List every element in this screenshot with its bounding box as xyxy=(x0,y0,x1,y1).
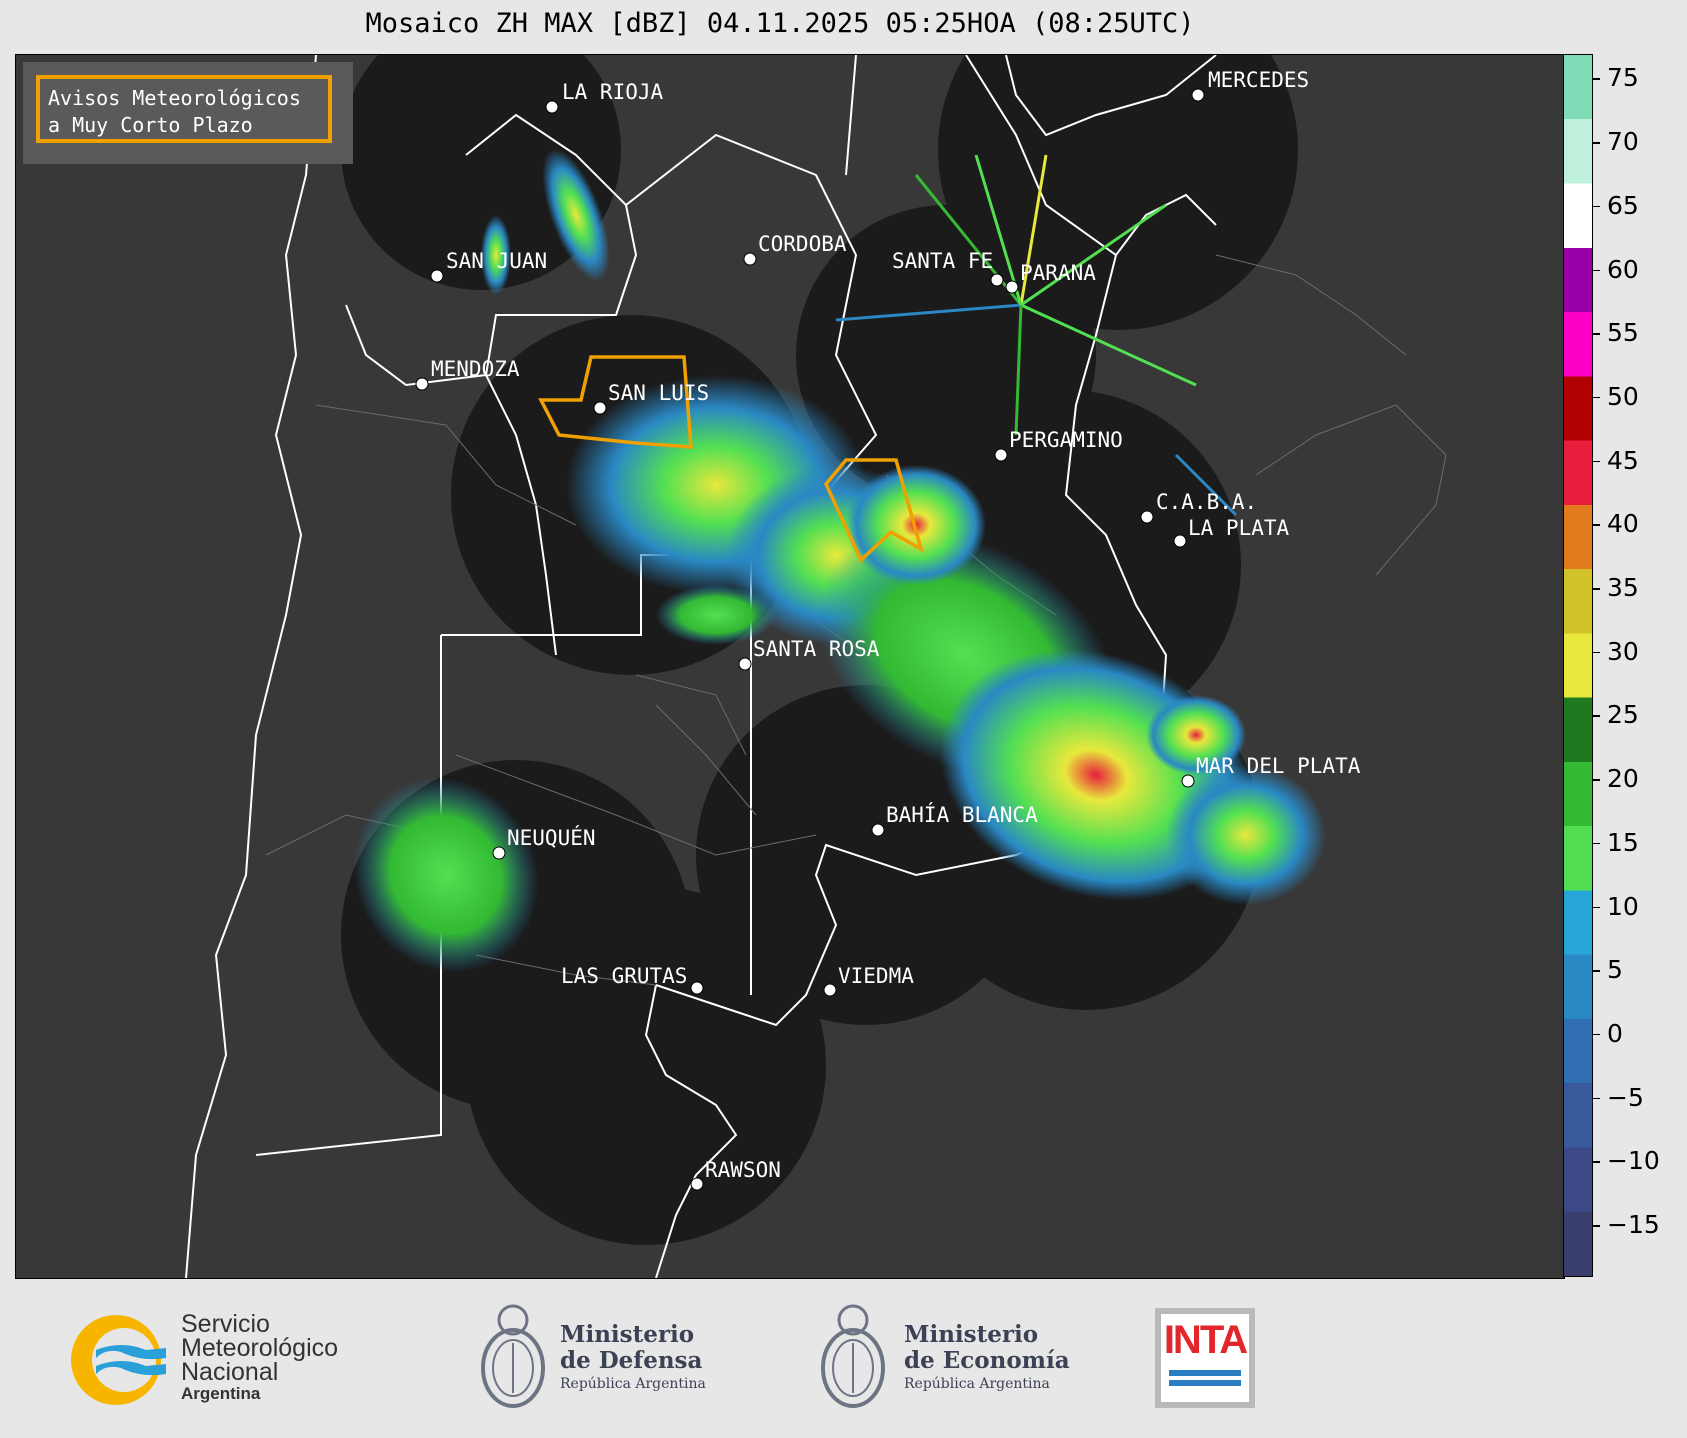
city-label-san-juan: SAN JUAN xyxy=(446,249,547,273)
colorbar-tick-label: 70 xyxy=(1592,127,1639,156)
colorbar-tick-label: −10 xyxy=(1592,1146,1660,1175)
city-dot xyxy=(1140,510,1154,524)
colorbar-tick-label: 60 xyxy=(1592,255,1639,284)
city-label-parana: PARANA xyxy=(1020,261,1096,285)
smn-logo: Servicio Meteorológico Nacional Argentin… xyxy=(66,1310,386,1410)
colorbar-tick-label: 55 xyxy=(1592,318,1639,347)
city-label-caba: C.A.B.A. xyxy=(1156,490,1257,514)
city-label-mercedes: MERCEDES xyxy=(1208,68,1309,92)
city-dot xyxy=(738,657,752,671)
city-dot xyxy=(1181,774,1195,788)
economia-logo: Ministerio de Economía República Argenti… xyxy=(818,1298,1078,1418)
smn-line-3: Nacional xyxy=(181,1358,279,1386)
city-dot xyxy=(1005,280,1019,294)
radar-map[interactable]: LA RIOJA MERCEDES SAN JUAN CORDOBA SANTA… xyxy=(15,54,1565,1279)
city-dot xyxy=(1173,534,1187,548)
economia-line-1: Ministerio xyxy=(904,1321,1039,1348)
city-dot xyxy=(871,823,885,837)
legend-line-1: Avisos Meteorológicos xyxy=(48,86,301,110)
colorbar-tick-label: 5 xyxy=(1592,955,1623,984)
colorbar-tick-label: 75 xyxy=(1592,63,1639,92)
coat-of-arms-icon xyxy=(481,1304,545,1408)
defensa-line-2: de Defensa xyxy=(560,1347,703,1374)
colorbar-tick-label: 20 xyxy=(1592,764,1639,793)
economia-line-3: República Argentina xyxy=(904,1376,1050,1392)
colorbar-tick-label: 45 xyxy=(1592,446,1639,475)
dbz-colorbar xyxy=(1563,54,1593,1277)
city-label-las-grutas: LAS GRUTAS xyxy=(561,964,687,988)
city-label-la-plata: LA PLATA xyxy=(1188,516,1290,540)
colorbar-tick-label: 25 xyxy=(1592,700,1639,729)
city-label-viedma: VIEDMA xyxy=(838,964,914,988)
city-label-rawson: RAWSON xyxy=(705,1158,781,1182)
city-dot xyxy=(545,100,559,114)
city-dot xyxy=(430,269,444,283)
defensa-logo: Ministerio de Defensa República Argentin… xyxy=(478,1298,738,1418)
city-label-pergamino: PERGAMINO xyxy=(1009,428,1123,452)
colorbar-tick-label: 10 xyxy=(1592,892,1639,921)
colorbar-tick-label: 35 xyxy=(1592,573,1639,602)
city-label-mendoza: MENDOZA xyxy=(431,357,520,381)
city-dot xyxy=(492,846,506,860)
city-label-la-rioja: LA RIOJA xyxy=(562,80,664,104)
smn-line-4: Argentina xyxy=(181,1384,261,1403)
city-label-cordoba: CORDOBA xyxy=(758,232,847,256)
economia-line-2: de Economía xyxy=(904,1347,1070,1374)
page-title: Mosaico ZH MAX [dBZ] 04.11.2025 05:25HOA… xyxy=(365,8,1195,39)
city-dot xyxy=(415,377,429,391)
colorbar-tick-label: 15 xyxy=(1592,828,1639,857)
colorbar-tick-label: 40 xyxy=(1592,509,1639,538)
smn-line-1: Servicio xyxy=(181,1310,270,1338)
city-label-santa-fe: SANTA FE xyxy=(892,249,993,273)
city-dot xyxy=(690,981,704,995)
city-dot xyxy=(994,448,1008,462)
colorbar-tick-label: 65 xyxy=(1592,191,1639,220)
city-dot xyxy=(593,401,607,415)
colorbar-tick-label: −5 xyxy=(1592,1083,1644,1112)
colorbar-tick-label: 50 xyxy=(1592,382,1639,411)
inta-text: INTA xyxy=(1163,1318,1248,1362)
city-label-mar-del-plata: MAR DEL PLATA xyxy=(1196,754,1361,778)
city-label-san-luis: SAN LUIS xyxy=(608,381,709,405)
city-dot xyxy=(823,983,837,997)
city-dot xyxy=(990,273,1004,287)
defensa-line-1: Ministerio xyxy=(560,1321,695,1348)
inta-logo: INTA xyxy=(1155,1308,1255,1408)
colorbar-tick-label: 30 xyxy=(1592,637,1639,666)
smn-emblem-icon xyxy=(71,1315,166,1405)
city-dot xyxy=(1191,88,1205,102)
smn-line-2: Meteorológico xyxy=(181,1334,339,1362)
city-dot xyxy=(743,252,757,266)
colorbar-tick-label: −15 xyxy=(1592,1210,1660,1239)
city-dot xyxy=(690,1177,704,1191)
colorbar-tick-label: 0 xyxy=(1592,1019,1623,1048)
coat-of-arms-icon xyxy=(821,1304,885,1408)
city-label-santa-rosa: SANTA ROSA xyxy=(753,637,880,661)
warnings-legend: Avisos Meteorológicos a Muy Corto Plazo xyxy=(23,62,353,164)
warnings-legend-frame: Avisos Meteorológicos a Muy Corto Plazo xyxy=(36,75,332,143)
city-label-neuquen: NEUQUÉN xyxy=(507,825,596,850)
logos-footer: Servicio Meteorológico Nacional Argentin… xyxy=(0,1278,1687,1438)
city-label-bahia-blanca: BAHÍA BLANCA xyxy=(886,802,1038,827)
defensa-line-3: República Argentina xyxy=(560,1376,706,1392)
legend-line-2: a Muy Corto Plazo xyxy=(48,113,253,137)
map-canvas[interactable]: LA RIOJA MERCEDES SAN JUAN CORDOBA SANTA… xyxy=(16,55,1564,1278)
